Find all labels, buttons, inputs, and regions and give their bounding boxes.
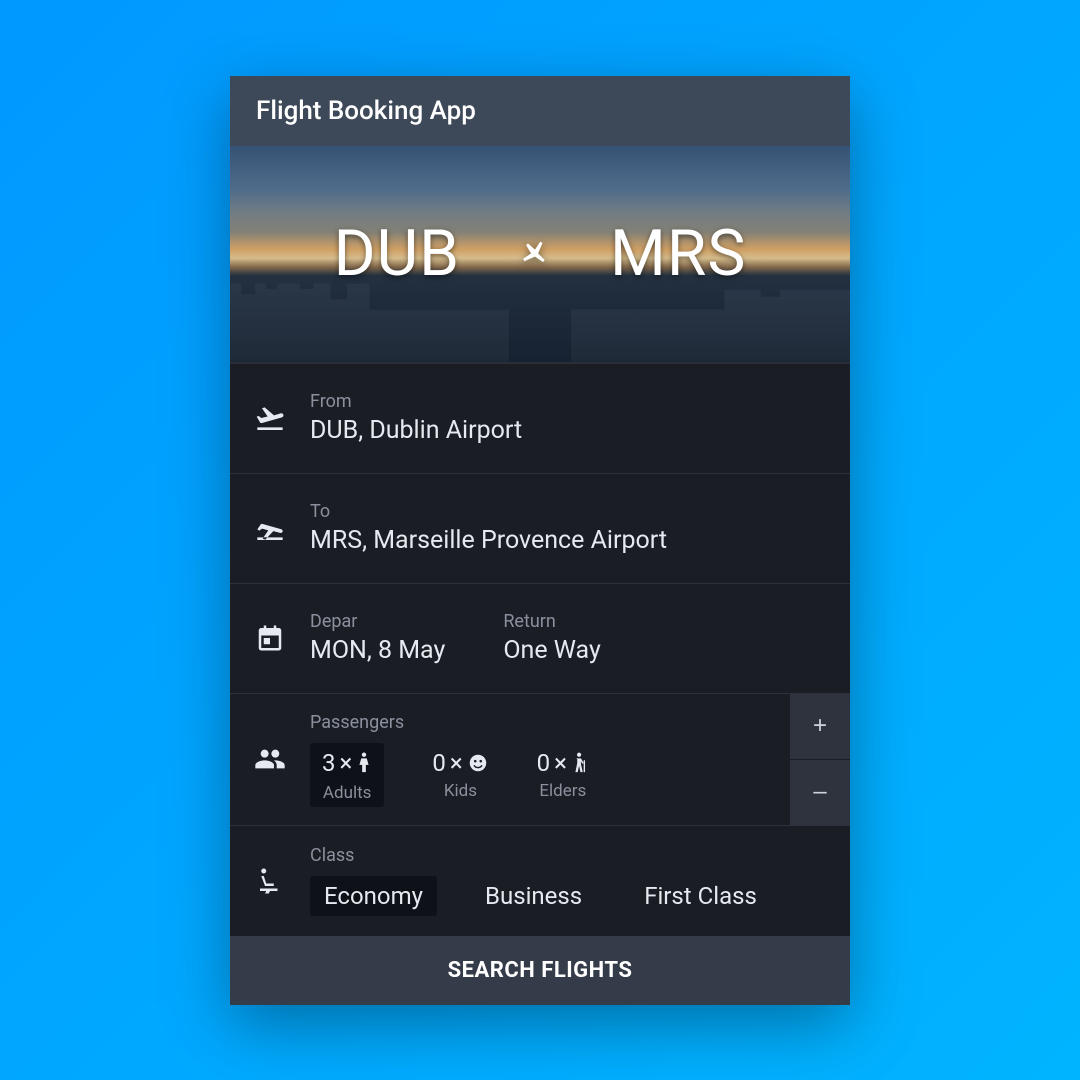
class-row: Class Economy Business First Class	[230, 826, 850, 936]
flight-booking-app: Flight Booking App DUB MRS From DUB, Dub…	[230, 76, 850, 1005]
hero-origin-code: DUB	[334, 216, 460, 291]
search-flights-button[interactable]: SEARCH FLIGHTS	[230, 936, 850, 1005]
from-value: DUB, Dublin Airport	[310, 416, 840, 445]
airplane-icon	[520, 239, 550, 269]
from-row[interactable]: From DUB, Dublin Airport	[230, 364, 850, 474]
passengers-adults[interactable]: 3 × Adults	[310, 743, 384, 807]
dates-row[interactable]: Depar MON, 8 May Return One Way	[230, 584, 850, 694]
class-option-business[interactable]: Business	[471, 876, 596, 916]
stepper-minus[interactable]: –	[790, 760, 850, 825]
to-label: To	[310, 501, 840, 522]
kids-sub: Kids	[444, 781, 477, 801]
class-option-economy[interactable]: Economy	[310, 876, 437, 916]
seat-icon	[230, 826, 310, 936]
hero-destination-code: MRS	[610, 216, 746, 291]
depart-label: Depar	[310, 611, 445, 632]
kid-icon	[467, 752, 489, 774]
stepper-plus[interactable]: +	[790, 694, 850, 760]
to-row[interactable]: To MRS, Marseille Provence Airport	[230, 474, 850, 584]
depart-value: MON, 8 May	[310, 636, 445, 665]
return-value: One Way	[503, 636, 601, 665]
to-value: MRS, Marseille Provence Airport	[310, 526, 840, 555]
adults-sub: Adults	[323, 783, 372, 803]
return-label: Return	[503, 611, 601, 632]
passengers-elders[interactable]: 0 × Elders	[537, 749, 589, 801]
kids-count: 0	[432, 749, 446, 777]
people-icon	[230, 694, 310, 825]
class-option-first[interactable]: First Class	[630, 876, 771, 916]
elders-count: 0	[537, 749, 551, 777]
class-options: Economy Business First Class	[310, 876, 840, 916]
passengers-row: Passengers 3 × Adults	[230, 694, 850, 826]
class-label: Class	[310, 845, 840, 866]
calendar-icon	[230, 584, 310, 693]
from-label: From	[310, 391, 840, 412]
elder-icon	[571, 752, 589, 774]
flight-takeoff-icon	[230, 364, 310, 473]
elders-sub: Elders	[539, 781, 586, 801]
app-titlebar: Flight Booking App	[230, 76, 850, 146]
hero-banner: DUB MRS	[230, 146, 850, 364]
passengers-label: Passengers	[310, 712, 780, 733]
adult-icon	[356, 752, 372, 774]
flight-land-icon	[230, 474, 310, 583]
app-title: Flight Booking App	[256, 96, 476, 126]
passenger-stepper: + –	[790, 694, 850, 825]
adults-count: 3	[322, 749, 336, 777]
passengers-kids[interactable]: 0 × Kids	[432, 749, 488, 801]
